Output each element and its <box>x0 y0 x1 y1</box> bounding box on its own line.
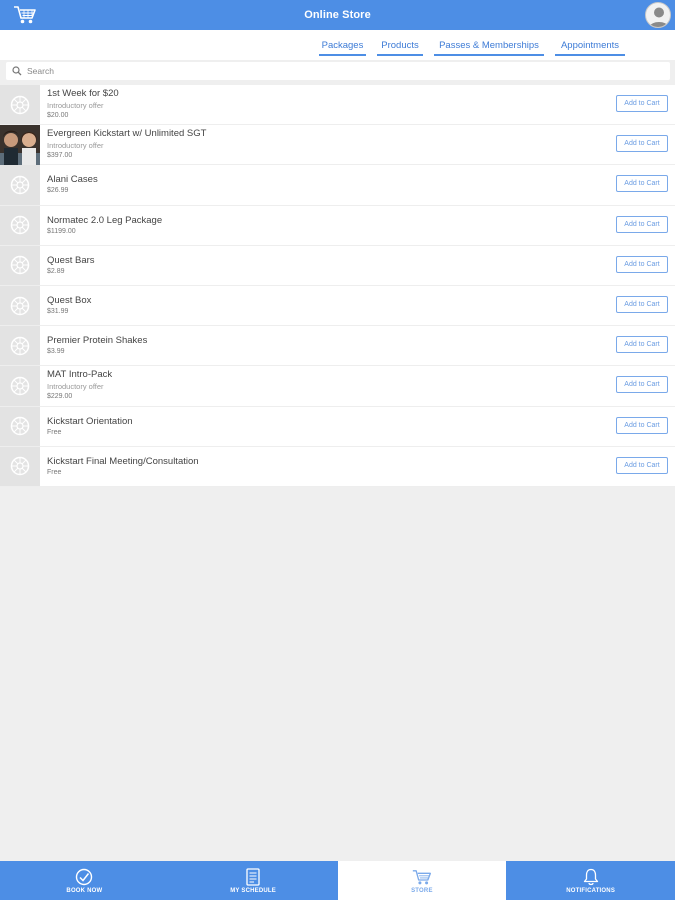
cart-icon[interactable] <box>12 4 38 26</box>
item-name: Kickstart Final Meeting/Consultation <box>47 455 199 467</box>
add-to-cart-button[interactable]: Add to Cart <box>616 255 668 273</box>
item-price: $3.99 <box>47 348 65 356</box>
add-to-cart-button[interactable]: Add to Cart <box>616 456 668 474</box>
page-title: Online Store <box>304 9 371 21</box>
item-name: Kickstart Orientation <box>47 415 133 427</box>
item-name: Evergreen Kickstart w/ Unlimited SGT <box>47 128 207 140</box>
item-price: $397.00 <box>47 152 73 160</box>
nav-notifications[interactable]: NOTIFICATIONS <box>506 861 675 900</box>
user-icon <box>649 7 669 27</box>
tab-packages[interactable]: Packages <box>319 40 366 56</box>
list-item[interactable]: Alani Cases $26.99 Add to Cart <box>0 165 675 206</box>
item-price: $229.00 <box>47 393 73 401</box>
add-to-cart-button[interactable]: Add to Cart <box>616 376 668 394</box>
item-name: Quest Bars <box>47 254 95 266</box>
add-to-cart-button[interactable]: Add to Cart <box>616 95 668 112</box>
list-item[interactable]: Quest Bars $2.89 Add to Cart <box>0 245 675 286</box>
top-bar: Online Store <box>0 0 675 30</box>
add-to-cart-button[interactable]: Add to Cart <box>616 416 668 434</box>
item-placeholder-icon <box>0 326 40 366</box>
item-name: Normatec 2.0 Leg Package <box>47 214 163 226</box>
check-circle-icon <box>75 867 93 887</box>
add-to-cart-button[interactable]: Add to Cart <box>616 336 668 354</box>
list-item[interactable]: 1st Week for $20 Introductory offer $20.… <box>0 85 675 126</box>
item-price: Free <box>47 468 62 476</box>
item-price: $1199.00 <box>47 227 76 235</box>
item-name: Quest Box <box>47 294 92 306</box>
list-item[interactable]: Premier Protein Shakes $3.99 Add to Cart <box>0 326 675 367</box>
nav-label: NOTIFICATIONS <box>566 888 616 894</box>
nav-store[interactable]: STORE <box>337 861 507 900</box>
cart-icon <box>412 867 432 887</box>
bell-icon <box>583 867 599 887</box>
item-name: Premier Protein Shakes <box>47 335 148 347</box>
list-item[interactable]: Quest Box $31.99 Add to Cart <box>0 285 675 327</box>
item-placeholder-icon <box>0 285 40 326</box>
nav-my-schedule[interactable]: MY SCHEDULE <box>169 861 338 900</box>
item-price: $26.99 <box>47 187 69 195</box>
list-item[interactable]: MAT Intro-Pack Introductory offer $229.0… <box>0 366 675 407</box>
avatar[interactable] <box>645 2 671 28</box>
add-to-cart-button[interactable]: Add to Cart <box>616 135 668 153</box>
item-placeholder-icon <box>0 85 40 125</box>
item-price: $20.00 <box>47 112 69 119</box>
item-name: 1st Week for $20 <box>47 88 119 99</box>
tab-products[interactable]: Products <box>377 40 423 56</box>
item-subtitle: Introductory offer <box>47 382 104 392</box>
search-bar <box>6 62 670 80</box>
item-price: $2.89 <box>47 267 65 275</box>
list-item[interactable]: Normatec 2.0 Leg Package $1199.00 Add to… <box>0 205 675 246</box>
item-placeholder-icon <box>0 366 40 406</box>
nav-label: BOOK NOW <box>66 888 103 894</box>
bottom-nav: BOOK NOW MY SCHEDULE STORE NOTIFICATIONS <box>0 861 675 900</box>
tab-appointments[interactable]: Appointments <box>555 40 625 56</box>
tab-passes-memberships[interactable]: Passes & Memberships <box>434 40 544 56</box>
add-to-cart-button[interactable]: Add to Cart <box>616 295 668 313</box>
search-icon <box>10 64 24 78</box>
store-item-list: 1st Week for $20 Introductory offer $20.… <box>0 85 675 487</box>
item-price: Free <box>47 428 62 436</box>
category-tabs: Packages Products Passes & Memberships A… <box>0 30 675 60</box>
add-to-cart-button[interactable]: Add to Cart <box>616 175 668 193</box>
nav-book-now[interactable]: BOOK NOW <box>0 861 169 900</box>
list-item[interactable]: Kickstart Final Meeting/Consultation Fre… <box>0 446 675 487</box>
item-placeholder-icon <box>0 406 40 446</box>
item-subtitle: Introductory offer <box>47 101 104 110</box>
list-item[interactable]: Evergreen Kickstart w/ Unlimited SGT Int… <box>0 124 675 166</box>
search-input[interactable] <box>27 66 627 76</box>
add-to-cart-button[interactable]: Add to Cart <box>616 215 668 233</box>
item-placeholder-icon <box>0 165 40 205</box>
nav-label: STORE <box>411 888 433 894</box>
item-name: MAT Intro-Pack <box>47 369 113 381</box>
item-subtitle: Introductory offer <box>47 141 104 151</box>
item-photo <box>0 124 40 165</box>
item-placeholder-icon <box>0 245 40 285</box>
list-item[interactable]: Kickstart Orientation Free Add to Cart <box>0 406 675 447</box>
item-placeholder-icon <box>0 205 40 245</box>
item-placeholder-icon <box>0 446 40 486</box>
item-name: Alani Cases <box>47 174 98 186</box>
schedule-icon <box>246 867 260 887</box>
item-price: $31.99 <box>47 307 69 315</box>
nav-label: MY SCHEDULE <box>230 888 276 894</box>
